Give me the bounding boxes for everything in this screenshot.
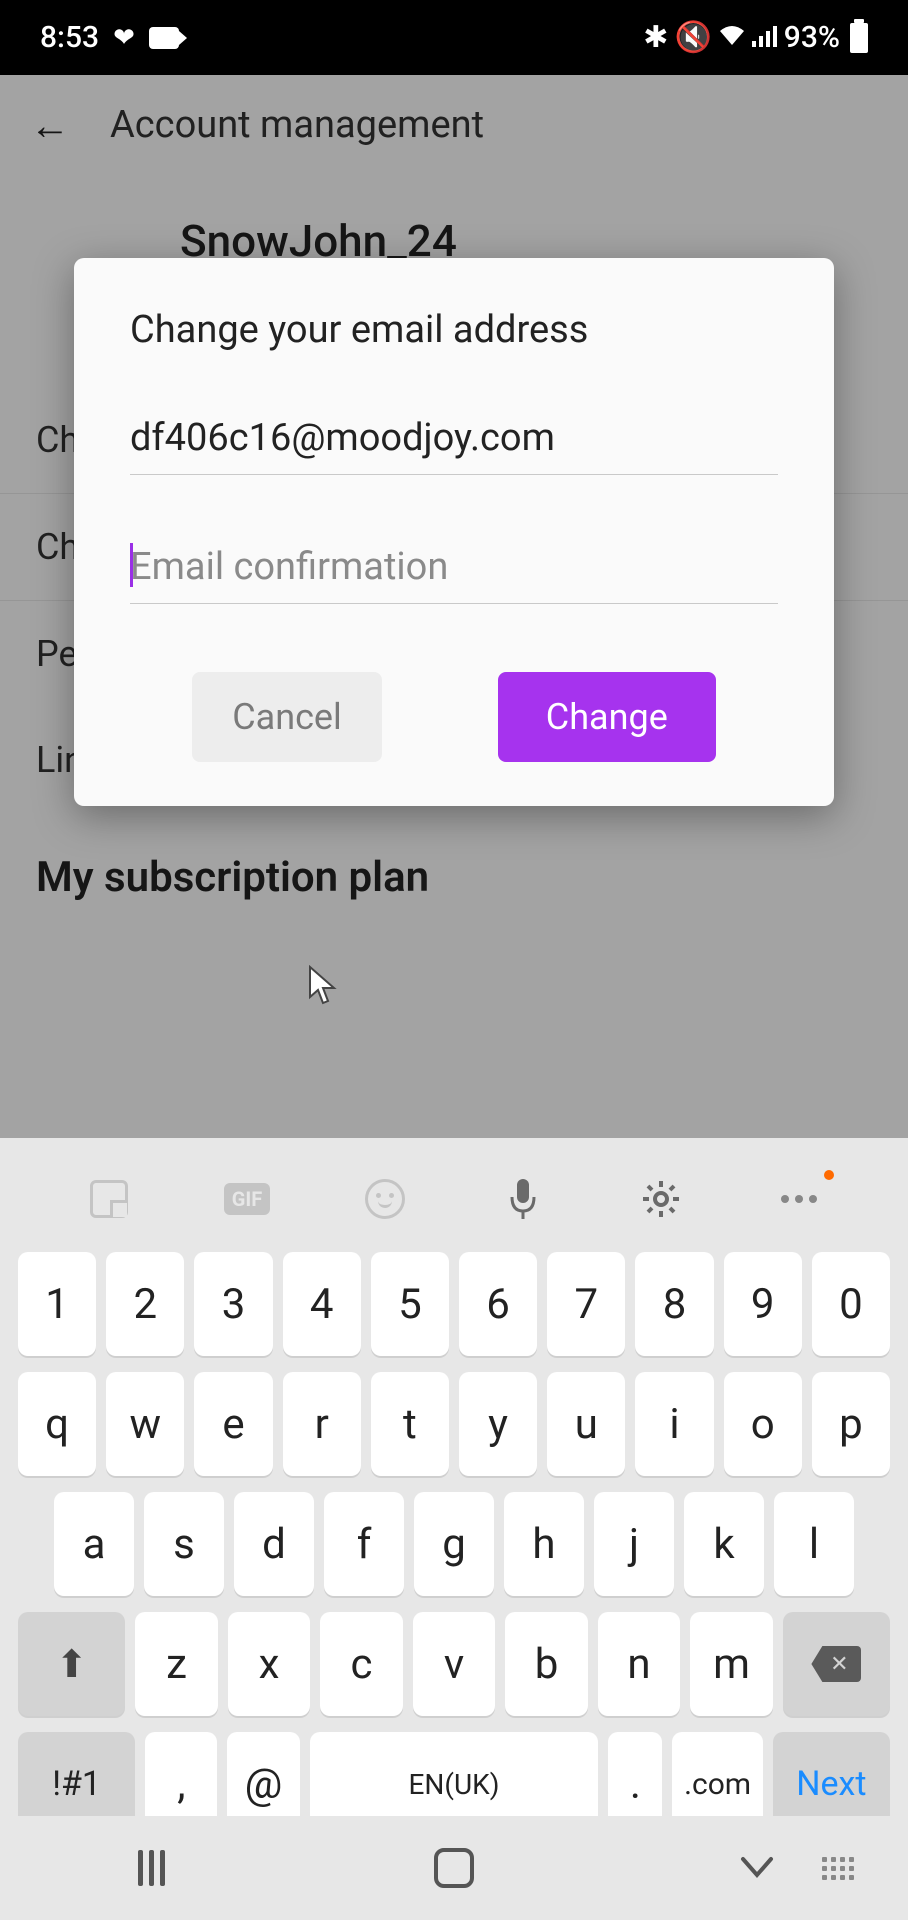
key-q[interactable]: q <box>18 1372 96 1476</box>
keyboard-row-zxcv: ⬆ z x c v b n m ✕ <box>18 1612 890 1716</box>
key-v[interactable]: v <box>413 1612 496 1716</box>
key-4[interactable]: 4 <box>283 1252 361 1356</box>
key-w[interactable]: w <box>106 1372 184 1476</box>
key-3[interactable]: 3 <box>194 1252 272 1356</box>
status-bar: 8:53 ❤ ✱ 🔇 93% <box>0 0 908 75</box>
key-0[interactable]: 0 <box>812 1252 890 1356</box>
key-backspace[interactable]: ✕ <box>783 1612 890 1716</box>
key-c[interactable]: c <box>320 1612 403 1716</box>
keyboard-row-qwerty: q w e r t y u i o p <box>18 1372 890 1476</box>
key-e[interactable]: e <box>194 1372 272 1476</box>
key-f[interactable]: f <box>324 1492 404 1596</box>
signal-icon <box>752 20 778 55</box>
keyboard-row-numbers: 1 2 3 4 5 6 7 8 9 0 <box>18 1252 890 1356</box>
key-d[interactable]: d <box>234 1492 314 1596</box>
battery-pct: 93% <box>784 20 840 55</box>
key-y[interactable]: y <box>459 1372 537 1476</box>
key-r[interactable]: r <box>283 1372 361 1476</box>
cancel-button[interactable]: Cancel <box>192 672 382 762</box>
key-n[interactable]: n <box>598 1612 681 1716</box>
key-m[interactable]: m <box>690 1612 773 1716</box>
key-5[interactable]: 5 <box>371 1252 449 1356</box>
heart-icon: ❤ <box>113 23 135 53</box>
key-8[interactable]: 8 <box>635 1252 713 1356</box>
camera-icon <box>149 27 179 49</box>
nav-home-button[interactable] <box>414 1843 494 1893</box>
key-i[interactable]: i <box>635 1372 713 1476</box>
key-b[interactable]: b <box>505 1612 588 1716</box>
wifi-icon <box>718 20 746 55</box>
key-a[interactable]: a <box>54 1492 134 1596</box>
battery-icon <box>850 23 868 53</box>
email-input[interactable] <box>130 406 778 475</box>
key-shift[interactable]: ⬆ <box>18 1612 125 1716</box>
nav-keyboard-toggle[interactable] <box>798 1843 878 1893</box>
key-s[interactable]: s <box>144 1492 224 1596</box>
mic-icon[interactable] <box>498 1174 548 1224</box>
emoji-icon[interactable] <box>360 1174 410 1224</box>
change-email-dialog: Change your email address Cancel Change <box>74 258 834 806</box>
change-button[interactable]: Change <box>498 672 716 762</box>
key-1[interactable]: 1 <box>18 1252 96 1356</box>
key-j[interactable]: j <box>594 1492 674 1596</box>
key-g[interactable]: g <box>414 1492 494 1596</box>
dialog-title: Change your email address <box>130 308 778 352</box>
key-x[interactable]: x <box>228 1612 311 1716</box>
soft-keyboard: GIF 1 2 3 4 5 6 7 8 9 0 q w e r t y <box>0 1138 908 1920</box>
gif-icon[interactable]: GIF <box>222 1174 272 1224</box>
android-nav-bar <box>0 1816 908 1920</box>
mute-icon: 🔇 <box>674 20 711 55</box>
more-icon[interactable] <box>774 1174 824 1224</box>
key-h[interactable]: h <box>504 1492 584 1596</box>
gear-icon[interactable] <box>636 1174 686 1224</box>
sticker-icon[interactable] <box>84 1174 134 1224</box>
bluetooth-icon: ✱ <box>643 20 668 55</box>
keyboard-row-asdf: a s d f g h j k l <box>18 1492 890 1596</box>
key-p[interactable]: p <box>812 1372 890 1476</box>
nav-recent-button[interactable] <box>111 1843 191 1893</box>
nav-back-button[interactable] <box>717 1843 797 1893</box>
email-confirmation-input[interactable] <box>130 535 778 604</box>
key-o[interactable]: o <box>724 1372 802 1476</box>
key-7[interactable]: 7 <box>547 1252 625 1356</box>
status-time: 8:53 <box>40 20 99 55</box>
key-9[interactable]: 9 <box>724 1252 802 1356</box>
key-t[interactable]: t <box>371 1372 449 1476</box>
key-l[interactable]: l <box>774 1492 854 1596</box>
key-6[interactable]: 6 <box>459 1252 537 1356</box>
key-u[interactable]: u <box>547 1372 625 1476</box>
key-z[interactable]: z <box>135 1612 218 1716</box>
key-2[interactable]: 2 <box>106 1252 184 1356</box>
key-k[interactable]: k <box>684 1492 764 1596</box>
